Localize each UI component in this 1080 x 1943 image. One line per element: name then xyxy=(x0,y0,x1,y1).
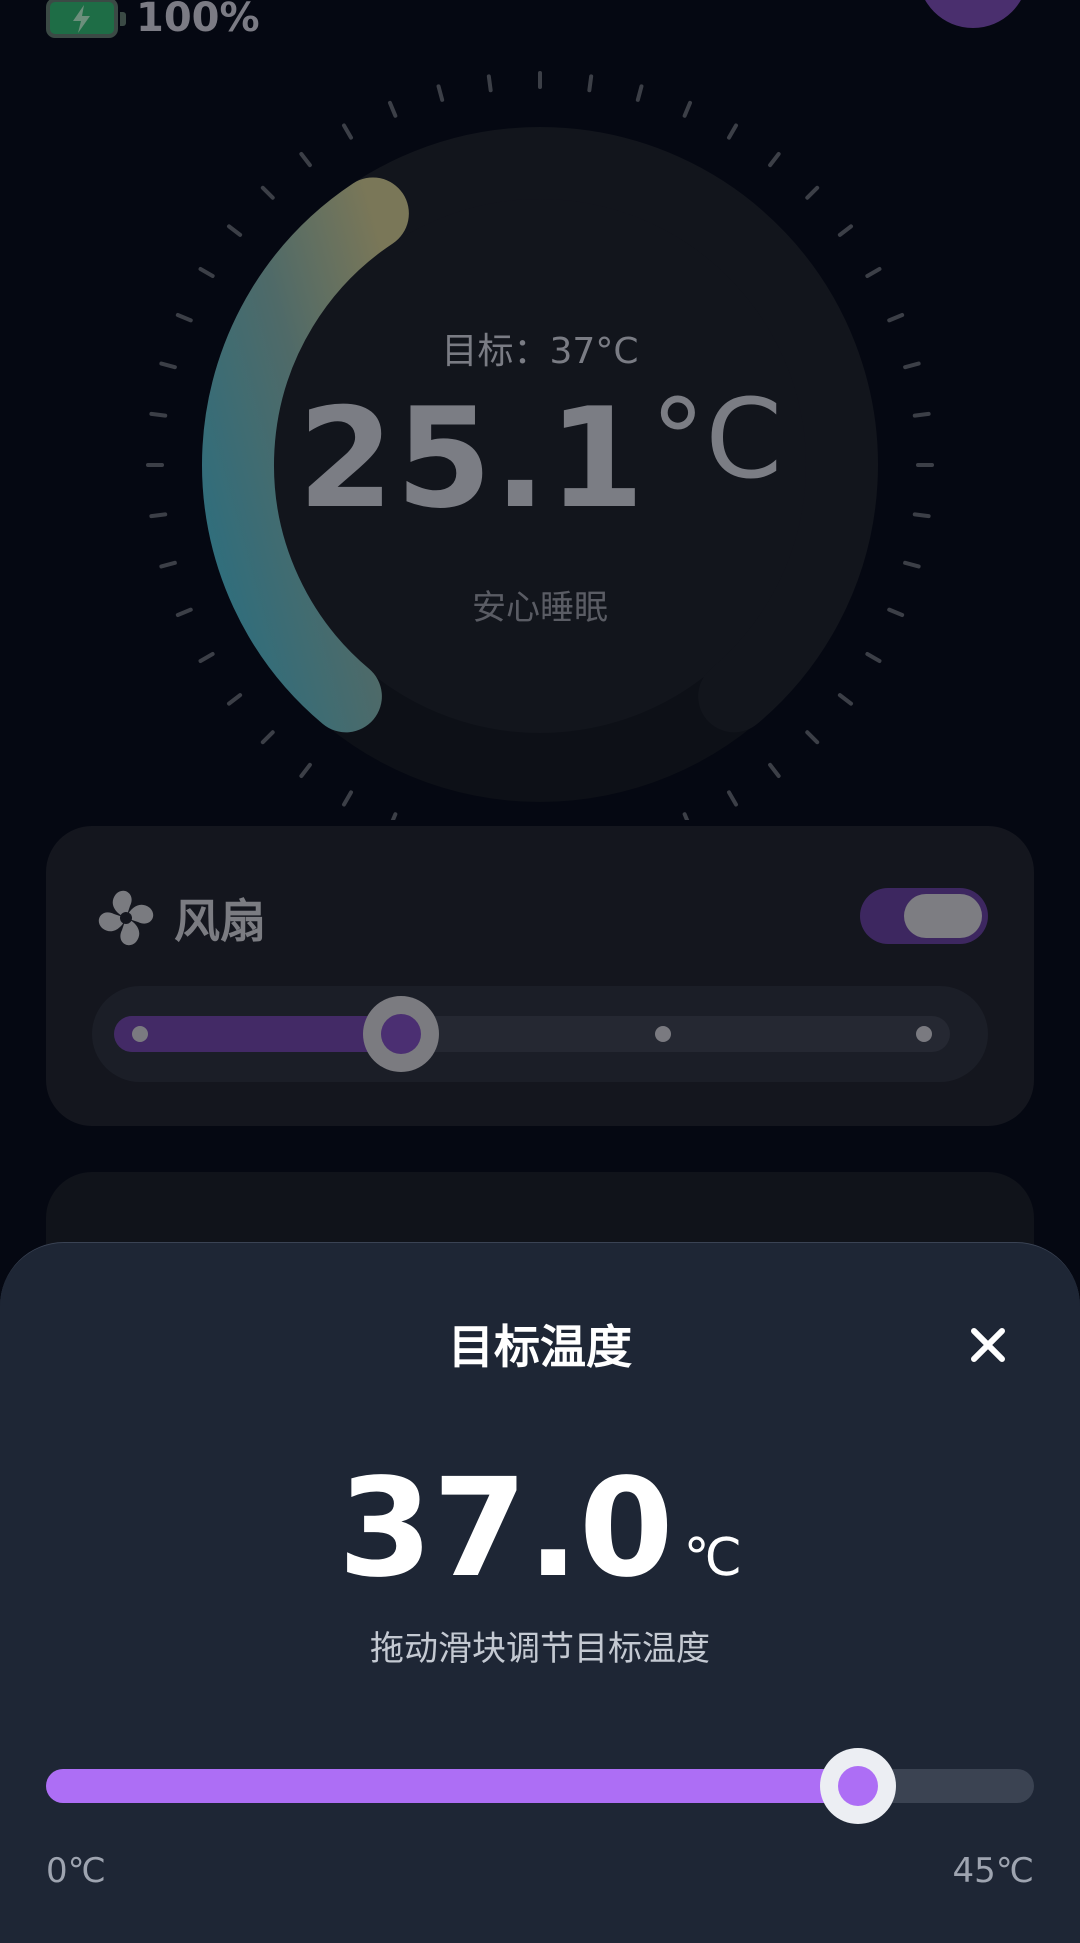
gauge-tick xyxy=(682,100,693,118)
gauge-tick xyxy=(486,74,493,93)
gauge-tick xyxy=(299,762,312,778)
target-temperature-label: 目标：37°C xyxy=(441,331,639,372)
mode-label[interactable]: 安心睡眠 xyxy=(0,580,1080,629)
gauge-tick xyxy=(865,652,882,663)
gauge-tick xyxy=(260,185,275,200)
current-temperature-unit: °C xyxy=(650,375,783,503)
fan-toggle[interactable] xyxy=(860,888,988,944)
gauge-tick xyxy=(198,267,215,278)
gauge-tick xyxy=(865,267,882,278)
fan-icon xyxy=(98,890,154,946)
gauge-tick xyxy=(837,224,853,237)
gauge-tick xyxy=(436,84,445,102)
slider-max-label: 45℃ xyxy=(952,1851,1034,1891)
fan-speed-track[interactable] xyxy=(114,996,950,1072)
gauge-tick xyxy=(387,100,398,118)
gauge-tick xyxy=(768,152,781,168)
slider-min-label: 0℃ xyxy=(46,1851,106,1891)
gauge-tick xyxy=(768,762,781,778)
sheet-title: 目标温度 xyxy=(448,1320,632,1374)
target-temperature-thumb[interactable] xyxy=(820,1748,897,1824)
fan-card: 风扇 xyxy=(46,826,1034,1126)
gauge-tick xyxy=(805,185,820,200)
target-temperature-sheet: 目标温度 37.0 ℃ 拖动滑块调节目标温度 0℃ 45℃ xyxy=(0,1242,1080,1943)
gauge-tick xyxy=(805,730,820,745)
fan-toggle-knob xyxy=(904,894,982,938)
fan-header: 风扇 xyxy=(96,888,266,948)
gauge-tick xyxy=(342,123,353,140)
gauge-tick xyxy=(727,790,738,807)
fan-speed-step[interactable] xyxy=(916,1026,932,1042)
gauge-tick xyxy=(887,312,905,323)
fan-speed-slider[interactable] xyxy=(92,986,988,1082)
target-temperature-slider[interactable] xyxy=(46,1748,1034,1824)
temperature-gauge: 目标：37°C 25.1°C 安心睡眠 xyxy=(0,0,1080,846)
gauge-tick xyxy=(260,730,275,745)
current-temperature: 25.1°C xyxy=(0,384,1080,528)
slider-hint: 拖动滑块调节目标温度 xyxy=(370,1629,710,1669)
gauge-tick xyxy=(342,790,353,807)
target-temperature-value: 37.0 xyxy=(338,1450,674,1608)
gauge-tick xyxy=(175,312,193,323)
gauge-tick xyxy=(198,652,215,663)
target-temperature-unit: ℃ xyxy=(683,1528,742,1588)
gauge-tick xyxy=(635,84,644,102)
gauge-tick xyxy=(227,224,243,237)
close-icon xyxy=(971,1328,1005,1362)
current-temperature-value: 25.1 xyxy=(297,378,647,539)
fan-speed-thumb[interactable] xyxy=(363,996,440,1072)
target-temperature-display: 37.0 ℃ xyxy=(0,1461,1080,1597)
close-button[interactable] xyxy=(966,1323,1010,1367)
gauge-tick xyxy=(387,812,398,830)
gauge-tick xyxy=(903,560,921,569)
gauge-tick xyxy=(159,560,177,569)
gauge-tick xyxy=(299,152,312,168)
gauge-tick xyxy=(587,74,594,93)
gauge-tick xyxy=(682,812,693,830)
gauge-tick xyxy=(727,123,738,140)
gauge-tick xyxy=(837,693,853,706)
fan-title: 风扇 xyxy=(174,894,266,948)
gauge-tick xyxy=(227,693,243,706)
target-temperature-fill xyxy=(46,1769,859,1803)
fan-speed-step[interactable] xyxy=(654,1026,671,1042)
fan-speed-step[interactable] xyxy=(132,1026,148,1042)
